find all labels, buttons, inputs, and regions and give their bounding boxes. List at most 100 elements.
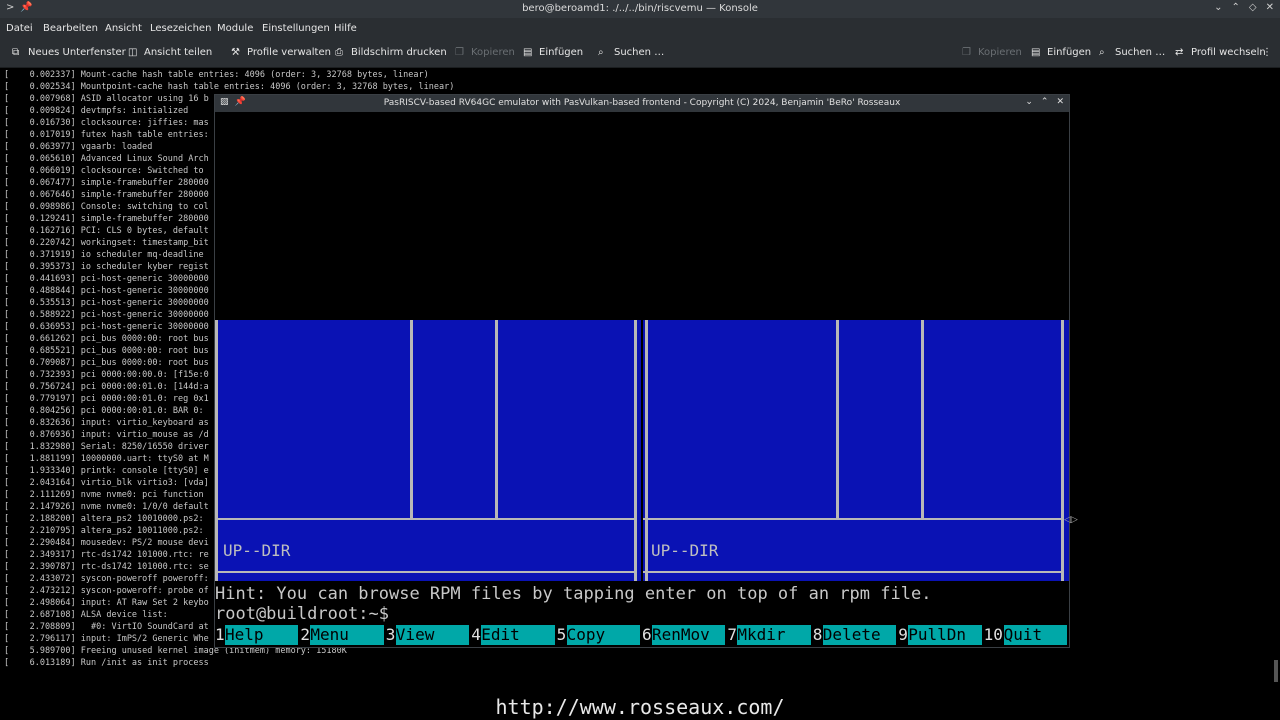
panel-border (1061, 320, 1064, 581)
manage-profiles-button[interactable]: ⚒ Profile verwalten (231, 47, 331, 58)
fkey-renmov[interactable]: 6 RenMov (642, 625, 727, 645)
fkey-number: 3 (385, 625, 396, 644)
wrench-icon: ⚒ (231, 47, 240, 58)
panel-separator (643, 518, 1064, 520)
search-button[interactable]: ⌕ Suchen … (598, 47, 664, 58)
more-icon[interactable]: ⋮ (1262, 47, 1272, 58)
right-file-panel[interactable]: UP--DIR (643, 320, 1069, 581)
terminal-line: [ 6.013189] Run /init as init process (4, 658, 209, 668)
paste-icon: ▤ (523, 47, 533, 58)
fkey-view[interactable]: 3 View (385, 625, 471, 645)
fkey-number: 7 (727, 625, 738, 644)
fkey-number: 2 (300, 625, 311, 644)
search-button-2[interactable]: ⌕ Suchen … (1099, 47, 1165, 58)
column-divider (495, 320, 498, 518)
panel-separator (215, 571, 635, 573)
panel-separator (215, 518, 635, 520)
maximize-icon[interactable]: ◇ (1249, 2, 1257, 13)
fkey-label: Quit (1003, 625, 1067, 645)
window-titlebar: > 📌 bero@beroamd1: ./../../bin/riscvemu —… (0, 0, 1280, 18)
fkey-quit[interactable]: 10 Quit (983, 625, 1069, 645)
copy-button-2[interactable]: ❐ Kopieren (962, 47, 1022, 58)
menu-lesezeichen[interactable]: Lesezeichen (150, 23, 211, 34)
fkey-number: 6 (642, 625, 652, 644)
resize-handle-icon[interactable]: ◁▷ (1064, 515, 1078, 525)
fkey-number: 10 (983, 625, 1003, 644)
emulator-title: PasRISCV-based RV64GC emulator with PasV… (383, 98, 901, 108)
search-icon: ⌕ (598, 47, 604, 58)
print-screen-button[interactable]: ⎙ Bildschirm drucken (335, 47, 447, 58)
menu-module[interactable]: Module (217, 23, 253, 34)
hint-line: Hint: You can browse RPM files by tappin… (215, 584, 932, 604)
left-panel-status: UP--DIR (223, 541, 291, 560)
new-tab-button[interactable]: ⧉ Neues Unterfenster (12, 47, 126, 58)
panel-border (634, 320, 637, 581)
menu-einstellungen[interactable]: Einstellungen (262, 23, 330, 34)
copy-icon: ❐ (962, 47, 971, 58)
split-view-icon: ◫ (128, 47, 138, 58)
fkey-label: View (395, 625, 470, 645)
fkey-edit[interactable]: 4 Edit (471, 625, 556, 645)
toolbar: ⧉ Neues Unterfenster ◫ Ansicht teilen ⚒ Pro… (0, 39, 1280, 68)
panel-separator (643, 571, 1064, 573)
new-tab-icon: ⧉ (12, 47, 20, 58)
fkey-number: 4 (471, 625, 481, 644)
search-icon: ⌕ (1099, 47, 1105, 58)
footer-url: http://www.rosseaux.com/ (495, 695, 785, 719)
right-panel-status: UP--DIR (651, 541, 719, 560)
fkey-menu[interactable]: 2 Menu (300, 625, 385, 645)
minimize-icon[interactable]: ⌄ (1025, 97, 1033, 107)
paste-icon: ▤ (1031, 47, 1041, 58)
column-divider (921, 320, 924, 518)
fkey-label: Edit (481, 625, 555, 645)
fkey-number: 5 (556, 625, 567, 644)
fkey-label: Delete (822, 625, 897, 645)
fkey-label: Help (225, 625, 299, 645)
maximize-icon[interactable]: ⌃ (1041, 97, 1049, 107)
fkey-label: Copy (566, 625, 640, 645)
emulator-titlebar: ▧ 📌 PasRISCV-based RV64GC emulator with P… (215, 95, 1069, 112)
paste-button[interactable]: ▤ Einfügen (523, 47, 583, 58)
emulator-window[interactable]: ▧ 📌 PasRISCV-based RV64GC emulator with P… (214, 94, 1070, 648)
fkey-copy[interactable]: 5 Copy (556, 625, 642, 645)
panel-border (215, 320, 218, 581)
fkey-help[interactable]: 1 Help (215, 625, 300, 645)
fkey-label: RenMov (652, 625, 726, 645)
left-file-panel[interactable]: UP--DIR (215, 320, 641, 581)
fkey-number: 9 (898, 625, 908, 644)
fkey-label: Mkdir (737, 625, 811, 645)
close-icon[interactable]: ✕ (1056, 97, 1064, 107)
menu-bar: Datei Bearbeiten Ansicht Lesezeichen Mod… (0, 18, 1280, 39)
fkey-label: PullDn (908, 625, 982, 645)
restore-icon[interactable]: ⌃ (1232, 2, 1240, 13)
close-icon[interactable]: ✕ (1266, 2, 1274, 13)
shell-prompt[interactable]: root@buildroot:~$ (215, 604, 389, 624)
paste-button-2[interactable]: ▤ Einfügen (1031, 47, 1091, 58)
fkey-number: 8 (812, 625, 823, 644)
terminal-line: [ 0.002337] Mount-cache hash table entri… (4, 70, 429, 80)
minimize-icon[interactable]: ⌄ (1214, 2, 1222, 13)
terminal-line: [ 0.002534] Mountpoint-cache hash table … (4, 82, 455, 92)
fkey-pulldn[interactable]: 9 PullDn (898, 625, 983, 645)
switch-profile-button[interactable]: ⇄ Profil wechseln (1175, 47, 1266, 58)
menu-datei[interactable]: Datei (6, 23, 33, 34)
column-divider (410, 320, 413, 518)
menu-bearbeiten[interactable]: Bearbeiten (43, 23, 98, 34)
panel-border (645, 320, 648, 581)
function-key-bar: 1 Help 2 Menu 3 View 4 Edit 5 Copy 6 RenMov 7 Mkdir 8 D… (215, 625, 1069, 645)
window-title: bero@beroamd1: ./../../bin/riscvemu — Ko… (522, 3, 758, 14)
menu-hilfe[interactable]: Hilfe (334, 23, 357, 34)
fkey-number: 1 (215, 625, 225, 644)
fkey-delete[interactable]: 8 Delete (812, 625, 898, 645)
fkey-mkdir[interactable]: 7 Mkdir (727, 625, 812, 645)
copy-button[interactable]: ❐ Kopieren (455, 47, 515, 58)
column-divider (836, 320, 839, 518)
terminal-scrollbar[interactable] (1274, 660, 1278, 682)
printer-icon: ⎙ (335, 47, 343, 58)
emulator-screen[interactable]: UP--DIR UP--DIR Hint: You can browse RPM… (215, 112, 1069, 647)
copy-icon: ❐ (455, 47, 464, 58)
profile-icon: ⇄ (1175, 47, 1184, 58)
menu-ansicht[interactable]: Ansicht (105, 23, 142, 34)
fkey-label: Menu (310, 625, 384, 645)
split-view-button[interactable]: ◫ Ansicht teilen (128, 47, 212, 58)
